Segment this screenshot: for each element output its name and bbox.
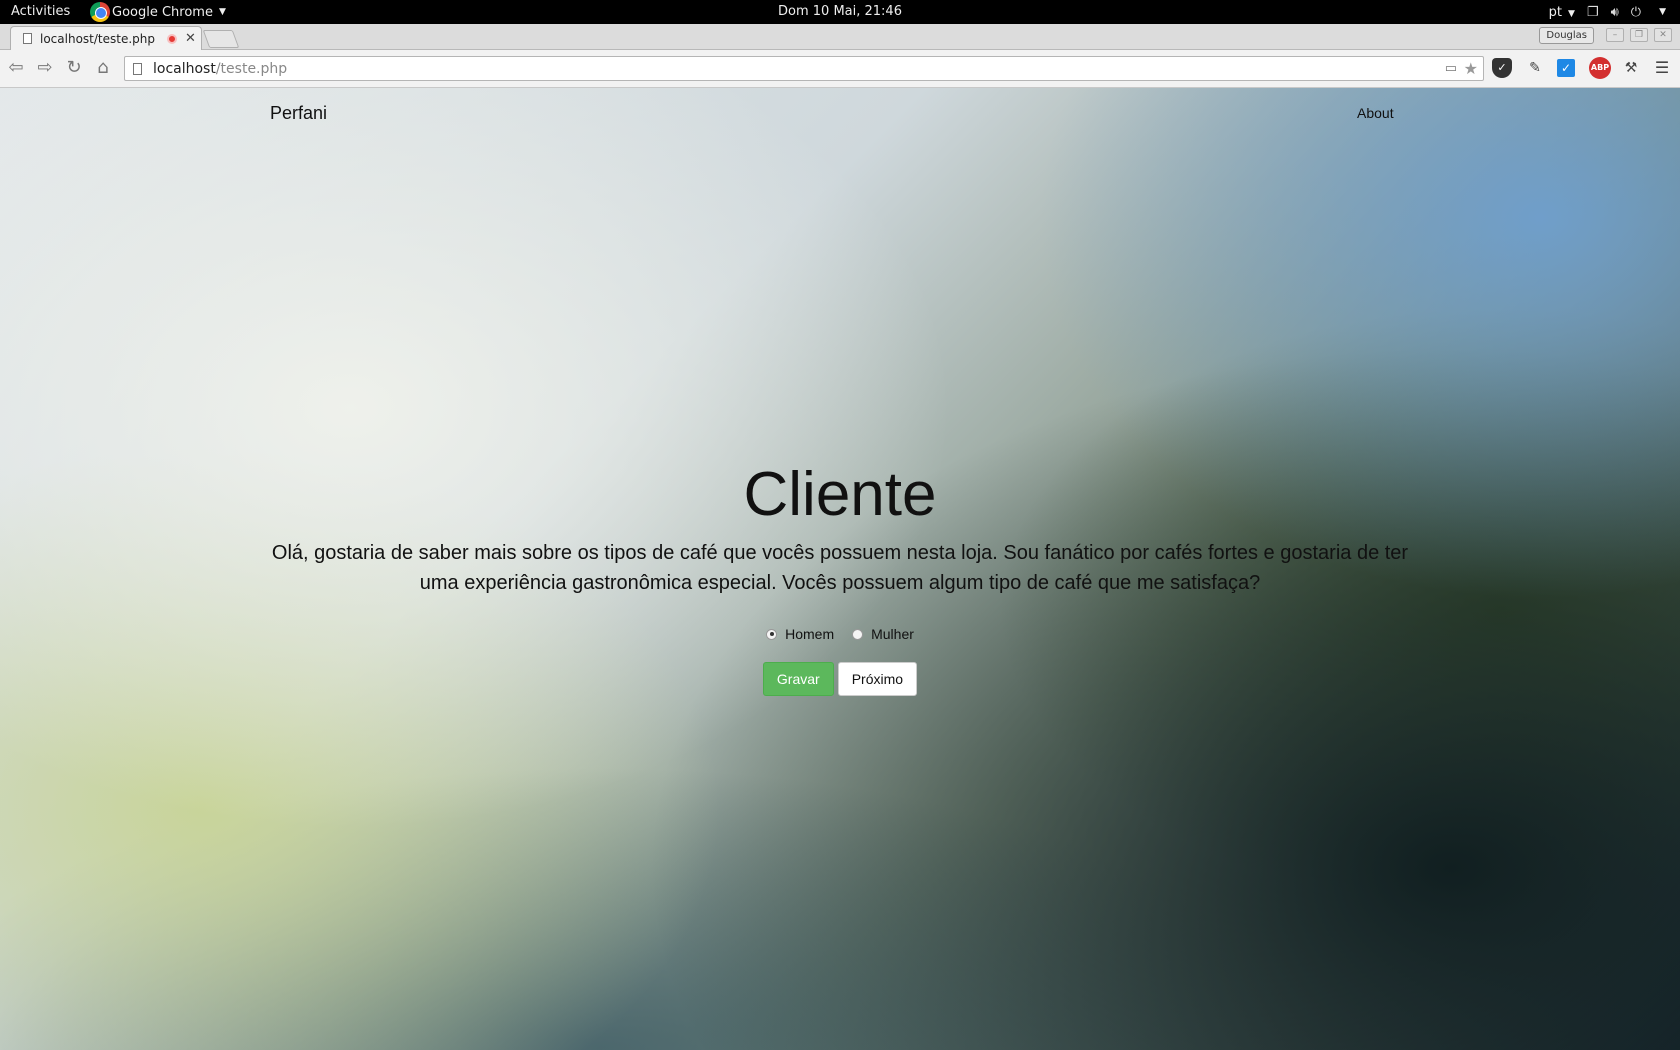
radio-label: Mulher	[871, 626, 914, 642]
tab-strip: localhost/teste.php ✕ Douglas – ❐ ✕	[0, 24, 1680, 50]
app-menu-label: Google Chrome	[112, 4, 213, 20]
recording-icon	[167, 33, 177, 44]
page-title: Cliente	[743, 460, 937, 529]
adblock-icon[interactable]: ABP	[1589, 57, 1611, 79]
client-message-line-2: uma experiência gastronômica especial. V…	[419, 572, 1261, 594]
chevron-down-icon: ▼	[218, 7, 226, 17]
app-menu[interactable]: Google Chrome ▼	[90, 0, 226, 24]
next-button[interactable]: Próximo	[837, 662, 918, 696]
nav-about-link[interactable]: About	[1357, 105, 1394, 121]
radio-selected-icon[interactable]	[766, 628, 778, 640]
volume-icon[interactable]: 🔊︎	[1611, 5, 1619, 20]
maximize-icon[interactable]: ❐	[1630, 28, 1648, 42]
system-top-bar: Activities Google Chrome ▼ Dom 10 Mai, 2…	[0, 0, 1680, 24]
radio-mulher[interactable]: Mulher	[852, 626, 914, 642]
system-tray[interactable]: pt ▼ ❐ 🔊︎ ⏻ ▼	[1549, 0, 1666, 24]
language-label: pt	[1548, 4, 1562, 20]
radio-unselected-icon[interactable]	[852, 628, 864, 640]
back-arrow-icon[interactable]: ⇦	[4, 57, 28, 78]
camera-icon[interactable]: ▭	[1445, 61, 1457, 76]
page-icon	[23, 33, 32, 44]
gender-radio-group: Homem Mulher	[0, 626, 1680, 642]
hamburger-menu-icon[interactable]: ☰	[1652, 58, 1672, 78]
save-button[interactable]: Gravar	[762, 662, 834, 696]
window-controls: – ❐ ✕	[1606, 28, 1672, 42]
chrome-logo-icon	[90, 2, 110, 22]
new-tab-button[interactable]	[202, 30, 240, 48]
close-icon[interactable]: ✕	[185, 31, 196, 46]
forward-arrow-icon[interactable]: ⇨	[33, 57, 57, 78]
address-bar[interactable]: localhost/teste.php ▭ ★	[124, 56, 1484, 81]
page-icon	[133, 62, 142, 75]
pocket-icon[interactable]: ✓	[1492, 58, 1512, 78]
client-message: Olá, gostaria de saber mais sobre os tip…	[240, 538, 1440, 598]
activities-button[interactable]: Activities	[11, 4, 70, 19]
bookmark-star-icon[interactable]: ★	[1464, 59, 1478, 78]
url-host: localhost	[153, 60, 216, 77]
minimize-icon[interactable]: –	[1606, 28, 1624, 42]
chevron-down-icon: ▼	[1568, 8, 1575, 19]
hero-section: Cliente Olá, gostaria de saber mais sobr…	[240, 460, 1440, 598]
evernote-icon[interactable]: ✎	[1525, 58, 1545, 78]
client-message-line-1: Olá, gostaria de saber mais sobre os tip…	[271, 542, 1409, 564]
close-window-icon[interactable]: ✕	[1654, 28, 1672, 42]
language-indicator[interactable]: pt ▼	[1549, 5, 1575, 20]
checkmark-extension-icon[interactable]: ✓	[1557, 59, 1575, 77]
profile-button[interactable]: Douglas	[1539, 27, 1594, 44]
wrench-icon[interactable]: ⚒	[1621, 58, 1641, 78]
radio-homem[interactable]: Homem	[766, 626, 834, 642]
power-icon[interactable]: ⏻	[1631, 5, 1641, 20]
browser-toolbar: ⇦ ⇨ ↻ ⌂ localhost/teste.php ▭ ★ ✓ ✎ ✓ AB…	[0, 50, 1680, 88]
brand-link[interactable]: Perfani	[270, 103, 327, 124]
window-icon[interactable]: ❐	[1587, 5, 1599, 20]
reload-icon[interactable]: ↻	[62, 57, 86, 78]
browser-tab[interactable]: localhost/teste.php ✕	[10, 26, 202, 50]
radio-label: Homem	[785, 626, 835, 642]
clock[interactable]: Dom 10 Mai, 21:46	[778, 4, 902, 19]
action-buttons: Gravar Próximo	[0, 662, 1680, 696]
page-viewport: Perfani About Cliente Olá, gostaria de s…	[0, 88, 1680, 1050]
tab-title: localhost/teste.php	[40, 31, 155, 46]
chevron-down-icon[interactable]: ▼	[1659, 7, 1666, 17]
home-icon[interactable]: ⌂	[91, 57, 115, 78]
url-path: /teste.php	[215, 60, 288, 77]
